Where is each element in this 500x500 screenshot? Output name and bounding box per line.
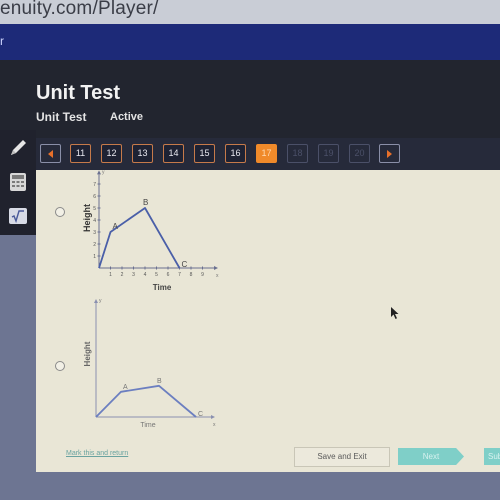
url-text: enuity.com/Player/ — [0, 0, 159, 19]
point-label-c: C — [182, 260, 188, 269]
y-axis-label: Height — [82, 204, 92, 232]
status-label: Active — [110, 111, 144, 123]
x-tick-label: 4 — [144, 272, 147, 278]
graph-line — [98, 207, 181, 269]
calculator-tool-button[interactable] — [4, 168, 32, 196]
question-14-button[interactable]: 14 — [163, 144, 184, 163]
y-axis-symbol: y — [99, 298, 102, 304]
y-tick-label: 6 — [93, 194, 96, 200]
x-axis-symbol: x — [216, 273, 219, 279]
x-axis-symbol: x — [213, 422, 216, 428]
y-tick-label: 1 — [93, 254, 96, 260]
y-axis-arrow — [94, 299, 98, 303]
question-20-button[interactable]: 20 — [349, 144, 370, 163]
point-label-b: B — [143, 198, 148, 207]
test-header: Unit Test Unit Test Active — [0, 60, 500, 138]
calculator-icon — [10, 173, 26, 191]
question-13-button[interactable]: 13 — [132, 144, 153, 163]
next-question-button[interactable] — [379, 144, 400, 163]
y-axis-arrow — [97, 170, 101, 175]
formula-sheet-icon — [9, 208, 27, 224]
save-and-exit-button[interactable]: Save and Exit — [294, 447, 390, 467]
x-tick-label: 7 — [178, 272, 181, 278]
pencil-icon — [11, 140, 26, 155]
x-tick-label: 3 — [132, 272, 135, 278]
y-axis-symbol: y — [102, 170, 105, 175]
question-content: Height Time x y 1 2 3 4 5 6 7 8 9 1 2 3 4 5 6 7 A B C Heigh… — [36, 170, 500, 472]
y-tick-label: 3 — [93, 230, 96, 236]
question-19-button[interactable]: 19 — [318, 144, 339, 163]
option-1-radio[interactable] — [55, 207, 65, 217]
y-tick-label: 5 — [93, 206, 96, 212]
x-tick-label: 2 — [121, 272, 124, 278]
browser-address-bar[interactable]: enuity.com/Player/ — [0, 0, 500, 24]
question-17-button[interactable]: 17 — [256, 144, 277, 163]
point-label-a: A — [123, 384, 128, 391]
question-15-button[interactable]: 15 — [194, 144, 215, 163]
point-label-c: C — [198, 411, 203, 418]
test-subtitle: Unit Test — [36, 110, 87, 124]
side-tools — [0, 130, 36, 235]
y-tick-label: 7 — [93, 182, 96, 188]
y-tick-label: 4 — [93, 218, 96, 224]
x-axis-arrow — [214, 266, 218, 270]
question-12-button[interactable]: 12 — [101, 144, 122, 163]
page-title: Unit Test — [36, 82, 121, 104]
x-tick-label: 9 — [201, 272, 204, 278]
y-tick-label: 2 — [93, 242, 96, 248]
x-axis-arrow — [211, 415, 215, 419]
option-1-graph: Height Time x y 1 2 3 4 5 6 7 8 9 1 2 3 4 5 6 7 A B C — [82, 170, 219, 292]
pencil-tool-button[interactable] — [4, 134, 32, 162]
point-label-a: A — [113, 222, 119, 231]
submit-button[interactable]: Submit — [484, 448, 500, 465]
x-tick-label: 6 — [167, 272, 170, 278]
point-label-b: B — [157, 378, 162, 385]
option-2-graph: Height Time x y A B C — [83, 298, 216, 429]
formula-tool-button[interactable] — [4, 202, 32, 230]
triangle-left-icon — [48, 150, 53, 158]
x-tick-label: 5 — [155, 272, 158, 278]
previous-question-button[interactable] — [40, 144, 61, 163]
question-navigator: 11 12 13 14 15 16 17 18 19 20 — [36, 138, 500, 170]
x-tick-label: 8 — [190, 272, 193, 278]
next-button[interactable]: Next — [398, 448, 464, 465]
question-18-button[interactable]: 18 — [287, 144, 308, 163]
question-11-button[interactable]: 11 — [70, 144, 91, 163]
nav-fragment: r — [0, 34, 4, 48]
triangle-right-icon — [387, 150, 392, 158]
x-tick-label: 1 — [109, 272, 112, 278]
graph-line — [95, 384, 197, 418]
x-axis-label: Time — [153, 283, 172, 292]
y-axis-label: Height — [83, 341, 92, 366]
mouse-cursor-icon — [391, 307, 399, 319]
question-16-button[interactable]: 16 — [225, 144, 246, 163]
option-2-radio[interactable] — [55, 361, 65, 371]
app-nav-bar: r — [0, 24, 500, 60]
x-axis-label: Time — [140, 422, 155, 429]
mark-and-return-link[interactable]: Mark this and return — [66, 450, 128, 457]
